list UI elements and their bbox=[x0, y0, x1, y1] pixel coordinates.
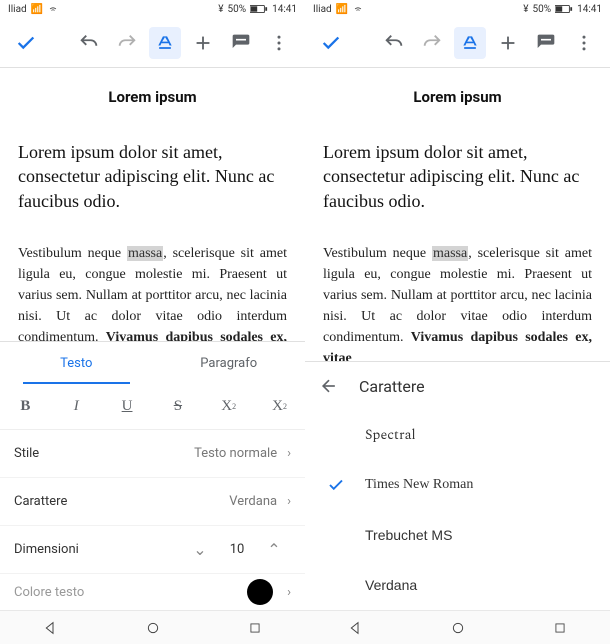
add-button[interactable] bbox=[187, 27, 219, 59]
style-value: Testo normale bbox=[194, 446, 277, 461]
nav-recent[interactable] bbox=[553, 621, 567, 635]
chevron-right-icon: › bbox=[287, 585, 291, 600]
strikethrough-button[interactable]: S bbox=[152, 384, 203, 429]
color-swatch bbox=[247, 579, 273, 605]
right-screen: Iliad 📶 ¥ 50% 14:41 bbox=[305, 0, 610, 644]
clock: 14:41 bbox=[272, 4, 297, 15]
font-item-verdana[interactable]: Verdana bbox=[305, 560, 610, 610]
format-buttons: B I U S X2 X2 bbox=[0, 384, 305, 430]
nav-bar bbox=[305, 610, 610, 644]
font-value: Verdana bbox=[229, 494, 277, 509]
para-text: Vestibulum neque bbox=[18, 246, 127, 261]
chevron-right-icon: › bbox=[287, 446, 291, 461]
doc-paragraph: Vestibulum neque massa, scelerisque sit … bbox=[323, 243, 592, 361]
font-name: Trebuchet MS bbox=[365, 527, 452, 543]
battery-pct: 50% bbox=[533, 4, 552, 15]
nav-bar bbox=[0, 610, 305, 644]
undo-button[interactable] bbox=[378, 27, 410, 59]
left-screen: Iliad 📶 ¥ 50% 14:41 bbox=[0, 0, 305, 644]
style-label: Stile bbox=[14, 446, 194, 461]
more-button[interactable] bbox=[263, 27, 295, 59]
highlighted-word: massa bbox=[127, 246, 163, 261]
document-area[interactable]: Lorem ipsum Lorem ipsum dolor sit amet, … bbox=[0, 68, 305, 341]
style-row[interactable]: Stile Testo normale › bbox=[0, 430, 305, 478]
doc-title: Lorem ipsum bbox=[18, 88, 287, 106]
font-item-times[interactable]: Times New Roman bbox=[305, 460, 610, 510]
color-label: Colore testo bbox=[14, 585, 247, 600]
size-label: Dimensioni bbox=[14, 542, 183, 557]
tabs: Testo Paragrafo bbox=[0, 342, 305, 384]
size-row: Dimensioni ⌄ 10 ⌃ bbox=[0, 526, 305, 574]
para-text: Vestibulum neque bbox=[323, 246, 432, 261]
toolbar bbox=[305, 18, 610, 68]
comment-button[interactable] bbox=[225, 27, 257, 59]
yen-icon: ¥ bbox=[218, 4, 223, 15]
tab-paragraph[interactable]: Paragrafo bbox=[153, 342, 306, 384]
document-area[interactable]: Lorem ipsum Lorem ipsum dolor sit amet, … bbox=[305, 68, 610, 361]
add-button[interactable] bbox=[492, 27, 524, 59]
more-button[interactable] bbox=[568, 27, 600, 59]
redo-button[interactable] bbox=[416, 27, 448, 59]
wifi-icon bbox=[47, 4, 59, 14]
back-button[interactable] bbox=[319, 376, 339, 396]
nav-recent[interactable] bbox=[248, 621, 262, 635]
nav-back[interactable] bbox=[43, 620, 59, 636]
size-decrement[interactable]: ⌄ bbox=[183, 540, 217, 559]
chevron-right-icon: › bbox=[287, 494, 291, 509]
carrier-label: Iliad bbox=[8, 4, 27, 15]
size-increment[interactable]: ⌃ bbox=[257, 540, 291, 559]
font-label: Carattere bbox=[14, 494, 229, 509]
carrier-label: Iliad bbox=[313, 4, 332, 15]
confirm-button[interactable] bbox=[315, 27, 347, 59]
battery-pct: 50% bbox=[228, 4, 247, 15]
font-name: Spectral bbox=[365, 425, 416, 446]
status-bar: Iliad 📶 ¥ 50% 14:41 bbox=[0, 0, 305, 18]
doc-title: Lorem ipsum bbox=[323, 88, 592, 106]
text-format-button[interactable] bbox=[454, 27, 486, 59]
text-format-button[interactable] bbox=[149, 27, 181, 59]
status-bar: Iliad 📶 ¥ 50% 14:41 bbox=[305, 0, 610, 18]
font-panel: Carattere Spectral Times New Roman Trebu… bbox=[305, 361, 610, 610]
panel-header: Carattere bbox=[305, 362, 610, 410]
comment-button[interactable] bbox=[530, 27, 562, 59]
redo-button[interactable] bbox=[111, 27, 143, 59]
nav-back[interactable] bbox=[348, 620, 364, 636]
confirm-button[interactable] bbox=[10, 27, 42, 59]
highlighted-word: massa bbox=[432, 246, 468, 261]
toolbar bbox=[0, 18, 305, 68]
check-icon bbox=[327, 476, 345, 494]
yen-icon: ¥ bbox=[523, 4, 528, 15]
wifi-icon bbox=[352, 4, 364, 14]
size-value: 10 bbox=[217, 542, 257, 557]
subscript-button[interactable]: X2 bbox=[254, 384, 305, 429]
signal-icon: 📶 bbox=[31, 4, 43, 15]
battery-icon bbox=[250, 4, 268, 14]
doc-heading: Lorem ipsum dolor sit amet, consectetur … bbox=[323, 140, 592, 213]
format-panel: Testo Paragrafo B I U S X2 X2 Stile Test… bbox=[0, 341, 305, 610]
font-item-trebuchet[interactable]: Trebuchet MS bbox=[305, 510, 610, 560]
superscript-button[interactable]: X2 bbox=[203, 384, 254, 429]
italic-button[interactable]: I bbox=[51, 384, 102, 429]
font-name: Times New Roman bbox=[365, 477, 473, 493]
doc-paragraph: Vestibulum neque massa, scelerisque sit … bbox=[18, 243, 287, 341]
nav-home[interactable] bbox=[450, 620, 466, 636]
undo-button[interactable] bbox=[73, 27, 105, 59]
signal-icon: 📶 bbox=[336, 4, 348, 15]
font-item-spectral[interactable]: Spectral bbox=[305, 410, 610, 460]
clock: 14:41 bbox=[577, 4, 602, 15]
bold-button[interactable]: B bbox=[0, 384, 51, 429]
font-row[interactable]: Carattere Verdana › bbox=[0, 478, 305, 526]
doc-heading: Lorem ipsum dolor sit amet, consectetur … bbox=[18, 140, 287, 213]
font-name: Verdana bbox=[365, 577, 417, 593]
battery-icon bbox=[555, 4, 573, 14]
color-row[interactable]: Colore testo › bbox=[0, 574, 305, 610]
nav-home[interactable] bbox=[145, 620, 161, 636]
underline-button[interactable]: U bbox=[102, 384, 153, 429]
panel-title: Carattere bbox=[359, 377, 425, 396]
tab-text[interactable]: Testo bbox=[0, 342, 153, 384]
